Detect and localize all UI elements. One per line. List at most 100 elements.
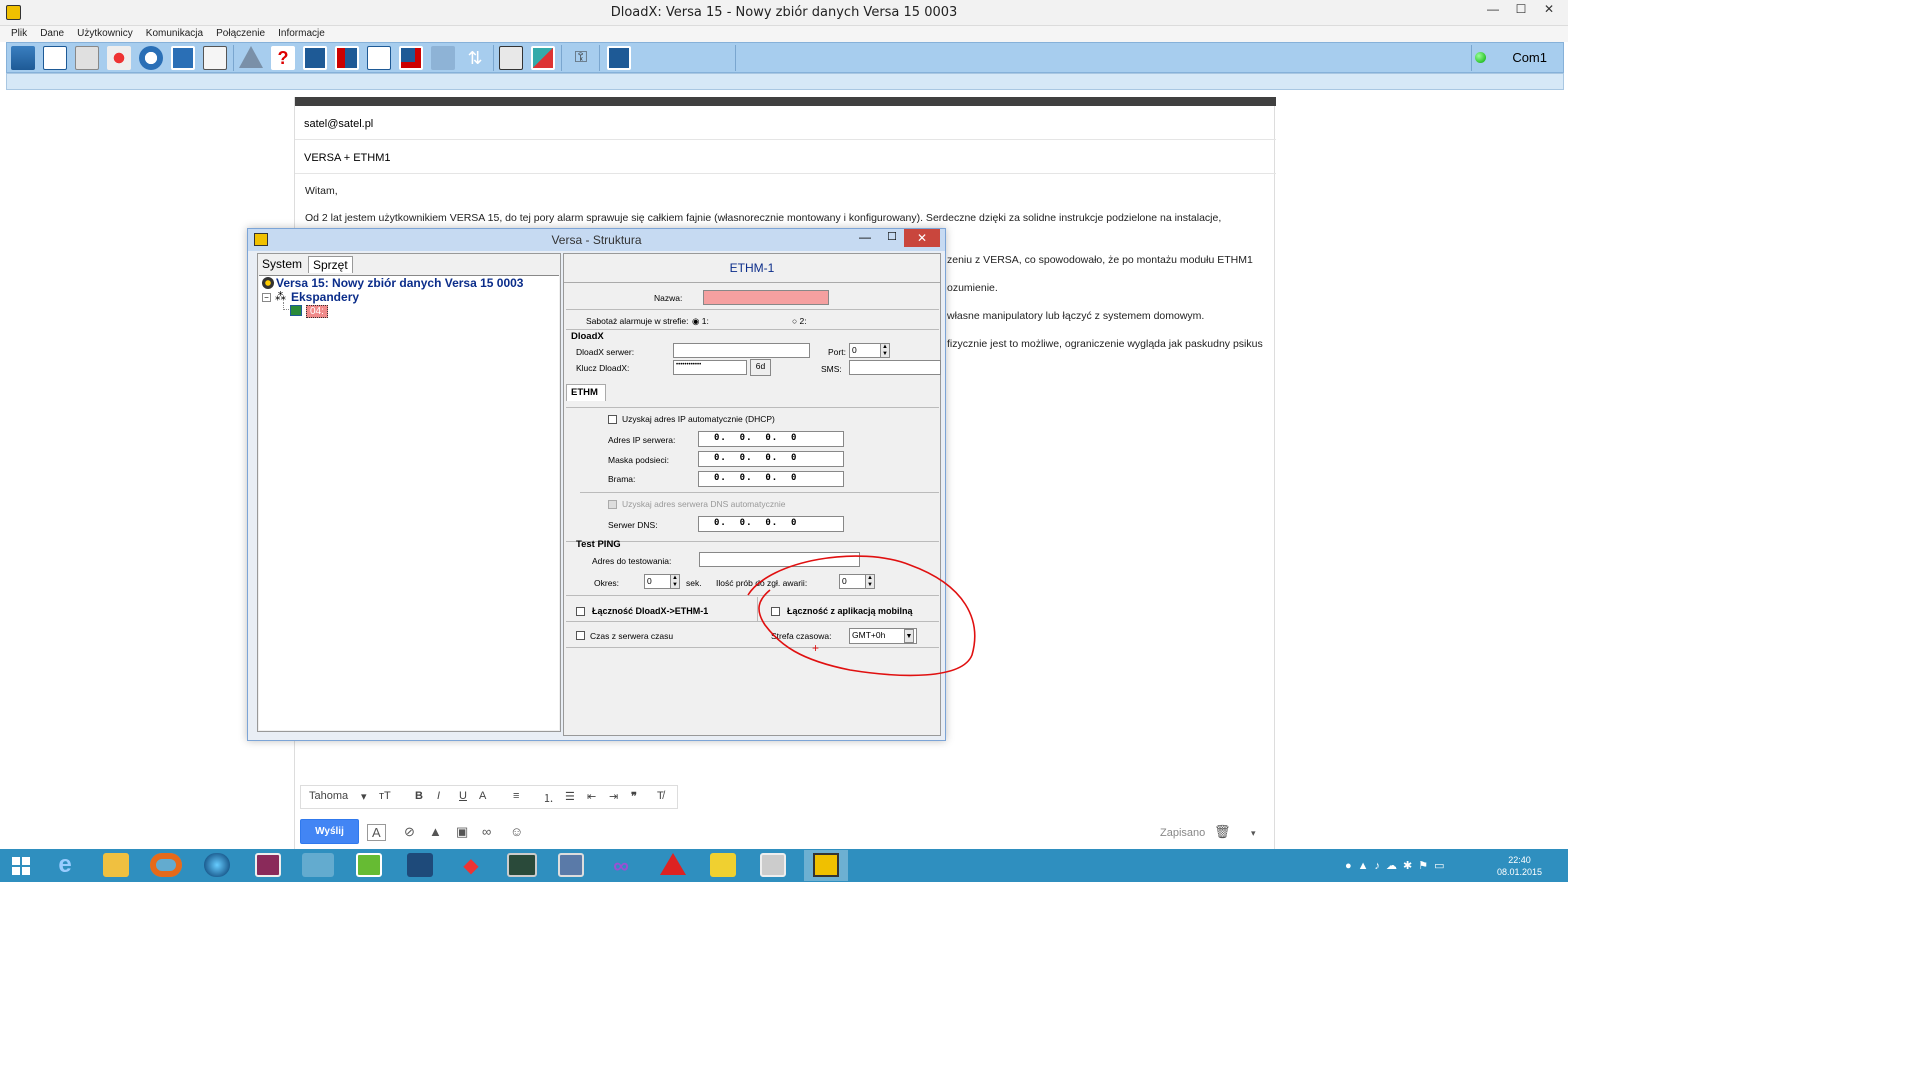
text-color-icon[interactable]: A [479,790,486,802]
to-field[interactable]: satel@satel.pl [295,106,1276,140]
klucz-generate-button[interactable]: 6d [750,359,771,376]
attach-icon[interactable]: ⊘ [404,824,415,840]
font-size-icon[interactable]: тT [379,790,391,802]
puzzle-app-icon[interactable] [710,853,736,877]
tray-icons[interactable]: ●▲♪☁✱⚑▭ [1345,859,1451,872]
email-line[interactable]: ozumienie. [947,282,998,294]
tree-group[interactable]: Ekspandery [291,290,359,304]
email-line[interactable]: Od 2 lat jestem użytkownikiem VERSA 15, … [305,212,1221,224]
dns-input[interactable]: 0. 0. 0. 0 [698,516,844,532]
calculator-app-icon[interactable] [760,853,786,877]
dialog-close-button[interactable]: ✕ [904,229,940,247]
gateway-input[interactable]: 0. 0. 0. 0 [698,471,844,487]
drive-icon[interactable]: ▲ [429,824,442,839]
browser-icon[interactable] [204,853,230,877]
maximize-button[interactable]: ☐ [1506,2,1536,20]
clear-format-icon[interactable]: T̸ [657,790,664,802]
alarm-icon[interactable] [107,46,131,70]
ip-input[interactable]: 0. 0. 0. 0 [698,431,844,447]
clock[interactable]: 22:40 08.01.2015 [1497,854,1542,878]
download-icon[interactable] [335,46,359,70]
explorer-icon[interactable] [103,853,129,877]
image-icon[interactable] [531,46,555,70]
indent-more-icon[interactable]: ⇥ [609,790,618,803]
subject-field[interactable]: VERSA + ETHM1 [295,140,1276,174]
nazwa-input[interactable] [703,290,829,305]
tab-system[interactable]: System [258,256,306,272]
clock-icon[interactable] [139,46,163,70]
czas-serwera-checkbox[interactable] [576,631,585,640]
menu-polaczenie[interactable]: Połączenie [211,26,270,42]
send-button[interactable]: Wyślij [300,819,359,844]
quote-icon[interactable]: ❞ [631,790,637,803]
ie-icon[interactable]: e [52,853,78,877]
tree-leaf[interactable]: 04: [306,305,328,318]
save-app-icon[interactable] [255,853,281,877]
port-input[interactable]: 0 [849,343,882,358]
start-windows-icon[interactable] [12,857,30,875]
autocad-icon[interactable] [660,853,686,875]
blank-icon[interactable] [431,46,455,70]
monitor-icon[interactable] [171,46,195,70]
dialog-minimize-button[interactable]: — [859,230,871,244]
dns-auto-checkbox[interactable] [608,500,617,509]
okres-spinner-icon[interactable]: ▲ ▼ [670,574,680,589]
email-greeting[interactable]: Witam, [305,185,338,197]
font-select[interactable]: Tahoma [309,790,348,802]
menu-informacje[interactable]: Informacje [273,26,330,42]
indent-less-icon[interactable]: ⇤ [587,790,596,803]
collapse-icon[interactable]: − [262,293,271,302]
align-icon[interactable]: ≡ [513,790,519,802]
mask-input[interactable]: 0. 0. 0. 0 [698,451,844,467]
minimize-button[interactable]: — [1478,2,1508,20]
red-app-icon[interactable]: ◆ [458,853,484,877]
dloadx-taskbar-button[interactable] [804,850,848,881]
menu-dane[interactable]: Dane [35,26,69,42]
module-icon[interactable] [75,46,99,70]
okres-input[interactable]: 0 [644,574,672,589]
underline-icon[interactable]: U [459,790,467,802]
trash-icon[interactable]: 🗑 [1214,824,1231,840]
numbered-list-icon[interactable]: ⒈ [543,790,554,806]
menu-plik[interactable]: Plik [6,26,32,42]
calculator-icon[interactable] [499,46,523,70]
email-line[interactable]: fizycznie jest to możliwe, ograniczenie … [947,338,1263,350]
close-button[interactable]: ✕ [1534,2,1564,20]
dolphin-app-icon[interactable] [407,853,433,877]
document-icon[interactable] [367,46,391,70]
emoji-icon[interactable]: ☺ [510,824,523,839]
key-icon[interactable]: ⚿ [569,46,593,70]
link-icon[interactable]: ∞ [482,824,491,839]
radio-strefa-2[interactable]: ○ 2: [792,316,807,326]
tab-sprzet[interactable]: Sprzęt [308,256,353,273]
connection-status[interactable]: Com1 [1475,50,1547,65]
menu-uzytkownicy[interactable]: Użytkownicy [72,26,138,42]
visual-studio-icon[interactable]: ∞ [608,853,634,878]
dhcp-checkbox[interactable] [608,415,617,424]
klucz-input[interactable]: •••••••••••• [673,360,747,375]
email-line[interactable]: zeniu z VERSA, co spowodowało, że po mon… [947,254,1253,266]
italic-icon[interactable]: I [437,790,440,802]
upload-icon[interactable] [303,46,327,70]
chevron-down-icon[interactable]: ▾ [361,790,367,803]
structure-icon[interactable] [11,46,35,70]
remote-app-icon[interactable] [558,853,584,877]
radio-strefa-1[interactable]: ◉ 1: [692,316,709,327]
arrows-icon[interactable]: ⇅ [463,46,487,70]
question-icon[interactable]: ? [271,46,295,70]
bold-icon[interactable]: B [415,790,423,802]
firefox-icon[interactable] [150,853,182,877]
dloadx-server-input[interactable] [673,343,810,358]
checklist-icon[interactable] [43,46,67,70]
tab-ethm[interactable]: ETHM [566,384,606,401]
grid-app-icon[interactable] [507,853,537,877]
formatting-icon[interactable]: A [367,824,386,841]
phone-icon[interactable] [203,46,227,70]
email-line[interactable]: własne manipulatory lub łączyć z systeme… [947,310,1204,322]
lacznosc-dloadx-checkbox[interactable] [576,607,585,616]
more-options-icon[interactable]: ▾ [1251,828,1256,839]
chart-app-icon[interactable] [356,853,382,877]
monitor-red-icon[interactable] [399,46,423,70]
sms-input[interactable] [849,360,941,375]
network-app-icon[interactable] [302,853,334,877]
